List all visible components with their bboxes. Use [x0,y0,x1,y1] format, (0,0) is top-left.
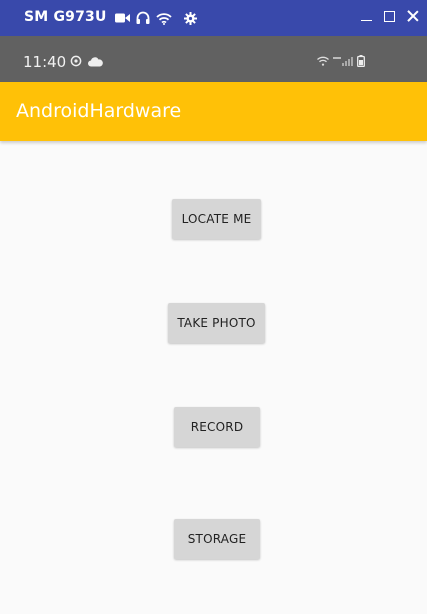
window-controls [361,9,419,23]
status-left-icons [70,54,103,72]
settings-gear-icon[interactable] [184,11,197,25]
window-title-bar: SM G973U [0,0,427,36]
status-right-icons [317,55,365,67]
lte-signal-icon [333,56,353,66]
video-camera-icon[interactable] [115,12,130,24]
android-status-bar: 11:40 [0,36,427,82]
app-title: AndroidHardware [16,100,182,122]
record-button[interactable]: RECORD [174,407,260,447]
headphones-icon[interactable] [136,11,150,25]
battery-icon [357,55,365,67]
wifi-icon[interactable] [156,12,172,25]
take-photo-button[interactable]: TAKE PHOTO [168,303,265,343]
device-mirror-window: SM G973U 11:40 AndroidHardware LOCATE ME… [0,0,427,614]
device-title: SM G973U [24,9,107,25]
locate-me-button[interactable]: LOCATE ME [172,199,261,239]
wifi-icon [317,56,329,66]
storage-button[interactable]: STORAGE [174,519,260,559]
cloud-icon [88,54,103,72]
sync-icon [70,54,82,72]
minimize-icon[interactable] [361,9,373,23]
maximize-icon[interactable] [384,9,396,23]
window-icon-group [115,10,197,26]
status-time: 11:40 [23,53,67,71]
app-toolbar: AndroidHardware [0,82,427,141]
close-icon[interactable] [407,9,419,23]
